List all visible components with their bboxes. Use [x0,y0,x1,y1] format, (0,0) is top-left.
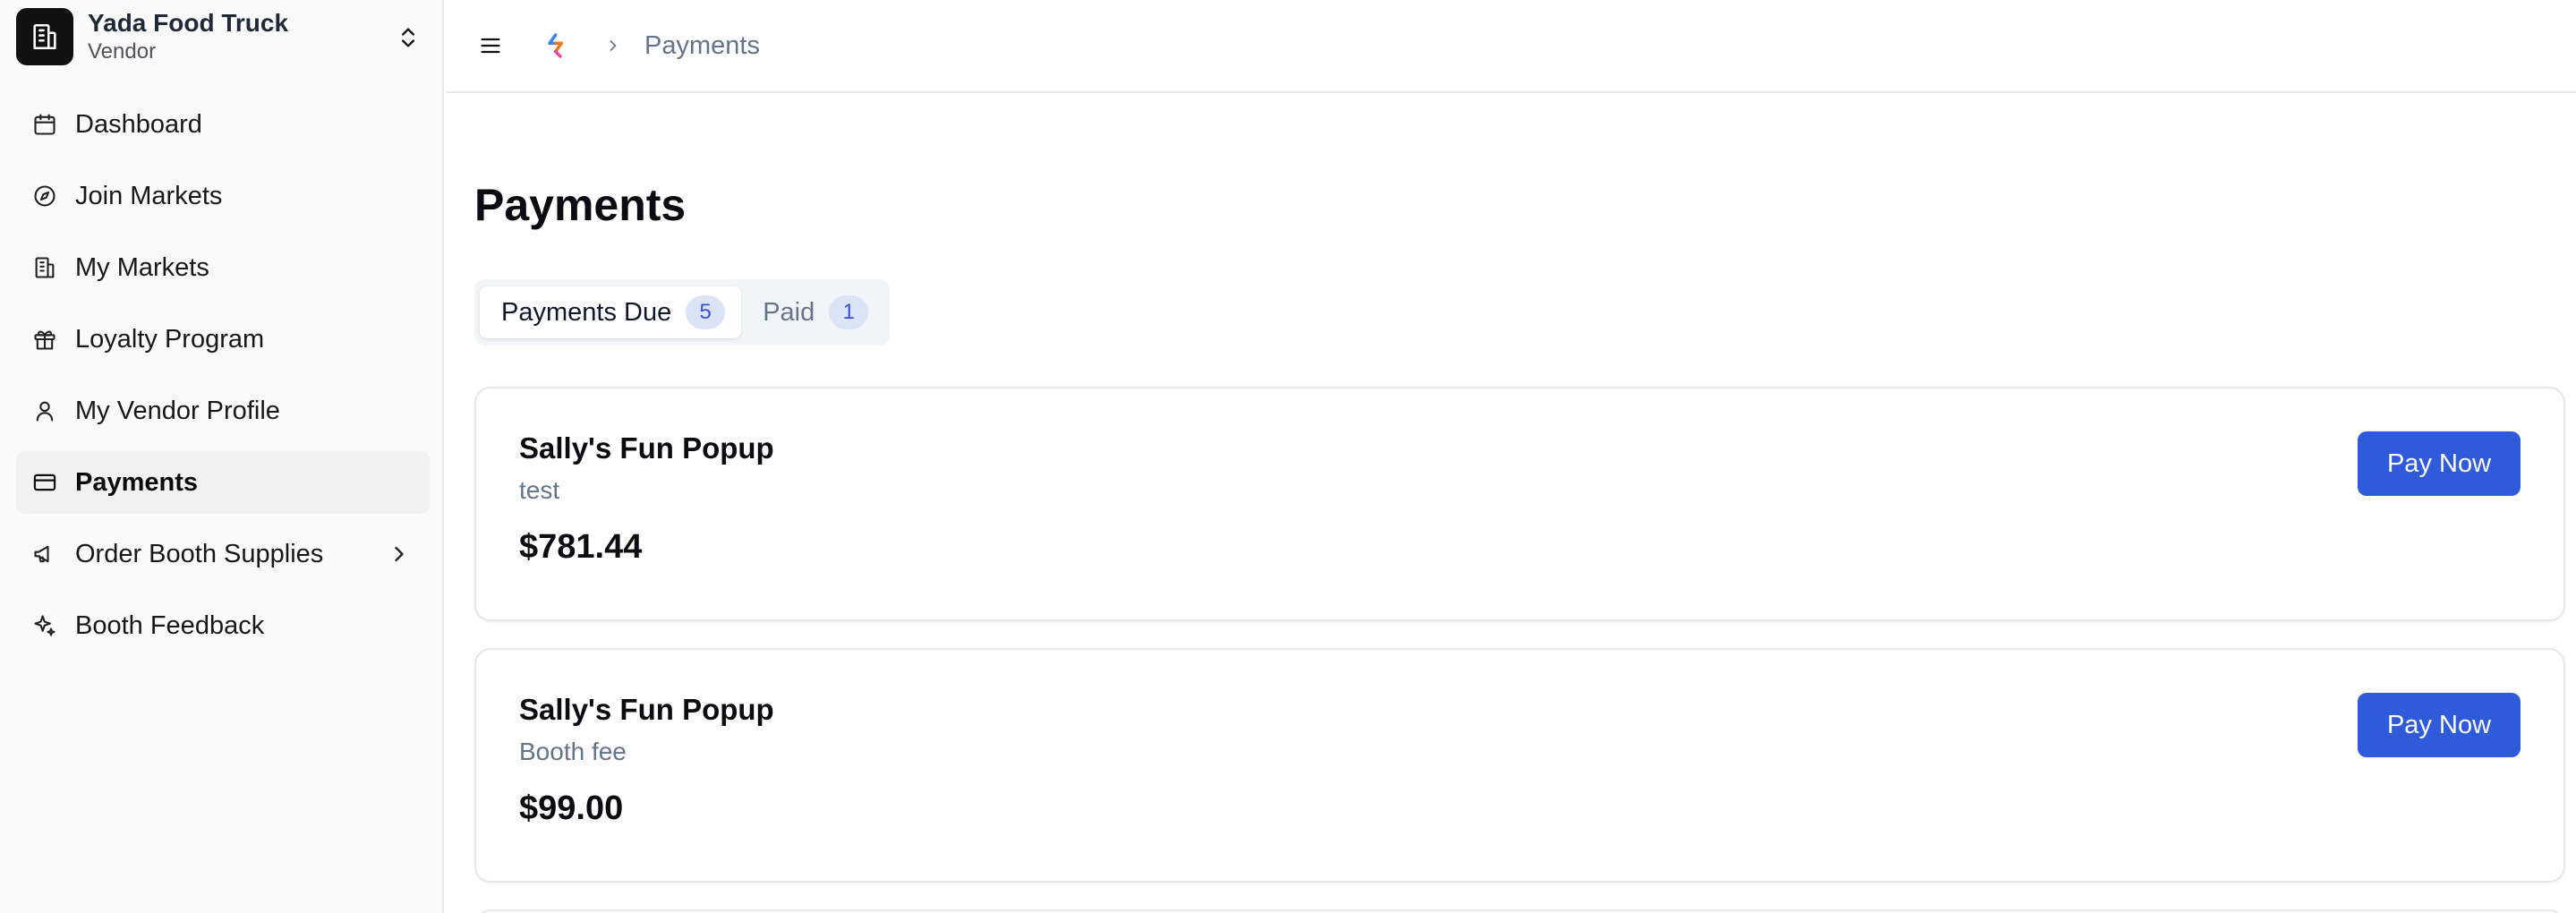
count-badge: 1 [829,295,869,329]
tab-label: Paid [763,297,815,327]
brand-role: Vendor [88,39,157,64]
app-logo-icon[interactable] [541,30,573,62]
payment-amount: $781.44 [519,528,643,566]
payment-card: Sally's Fun Popup Booth fee $99.00 Pay N… [474,648,2565,883]
count-badge: 5 [686,295,726,329]
sidebar-item-order-booth-supplies[interactable]: Order Booth Supplies [16,523,430,585]
user-icon [30,397,59,425]
sidebar-item-join-markets[interactable]: Join Markets [16,165,430,227]
building-icon [30,253,59,282]
payment-description: test [519,476,560,504]
page-title: Payments [474,180,687,230]
tab-label: Payments Due [501,297,672,327]
sidebar: Yada Food Truck Vendor Dashboard Join Ma… [0,0,444,913]
tab-payments-due[interactable]: Payments Due 5 [480,286,742,338]
sidebar-item-label: Join Markets [75,181,223,210]
chevron-right-icon[interactable] [387,542,412,567]
pay-now-button[interactable]: Pay Now [2358,693,2521,757]
sidebar-item-loyalty-program[interactable]: Loyalty Program [16,308,430,371]
credit-card-icon [30,468,59,497]
calendar-icon [30,110,59,139]
chevrons-up-down-icon[interactable] [396,25,421,50]
breadcrumb-current: Payments [644,30,760,60]
payment-card: Sally's Fun Popup test $781.44 Pay Now [474,387,2565,621]
payment-amount: $99.00 [519,789,624,827]
topbar: Payments [446,0,2576,93]
sidebar-item-label: Payments [75,467,199,497]
compass-icon [30,182,59,210]
sidebar-item-my-markets[interactable]: My Markets [16,236,430,299]
sparkles-icon [30,611,59,640]
sidebar-nav: Dashboard Join Markets My Markets Loyalt… [16,93,430,666]
sidebar-item-booth-feedback[interactable]: Booth Feedback [16,594,430,657]
sidebar-item-label: Order Booth Supplies [75,539,324,568]
payment-market: Sally's Fun Popup [519,431,774,465]
payment-card-partial [474,909,2565,913]
sidebar-item-label: Booth Feedback [75,610,265,640]
chevron-right-icon [603,36,623,55]
team-switcher[interactable]: Yada Food Truck Vendor [16,7,428,66]
sidebar-item-dashboard[interactable]: Dashboard [16,93,430,156]
payments-tabs: Payments Due 5 Paid 1 [474,279,891,346]
building-icon [16,8,73,65]
megaphone-icon [30,540,59,568]
sidebar-item-payments[interactable]: Payments [16,451,430,514]
sidebar-item-my-vendor-profile[interactable]: My Vendor Profile [16,380,430,442]
payment-description: Booth fee [519,738,627,765]
sidebar-item-label: Loyalty Program [75,324,265,354]
pay-now-button[interactable]: Pay Now [2358,431,2521,496]
sidebar-item-label: My Markets [75,252,209,282]
gift-icon [30,325,59,354]
payment-market: Sally's Fun Popup [519,693,774,726]
sidebar-item-label: My Vendor Profile [75,396,280,425]
brand-name: Yada Food Truck [88,9,289,37]
menu-icon[interactable] [476,31,505,60]
sidebar-item-label: Dashboard [75,109,202,139]
tab-paid[interactable]: Paid 1 [741,286,884,338]
